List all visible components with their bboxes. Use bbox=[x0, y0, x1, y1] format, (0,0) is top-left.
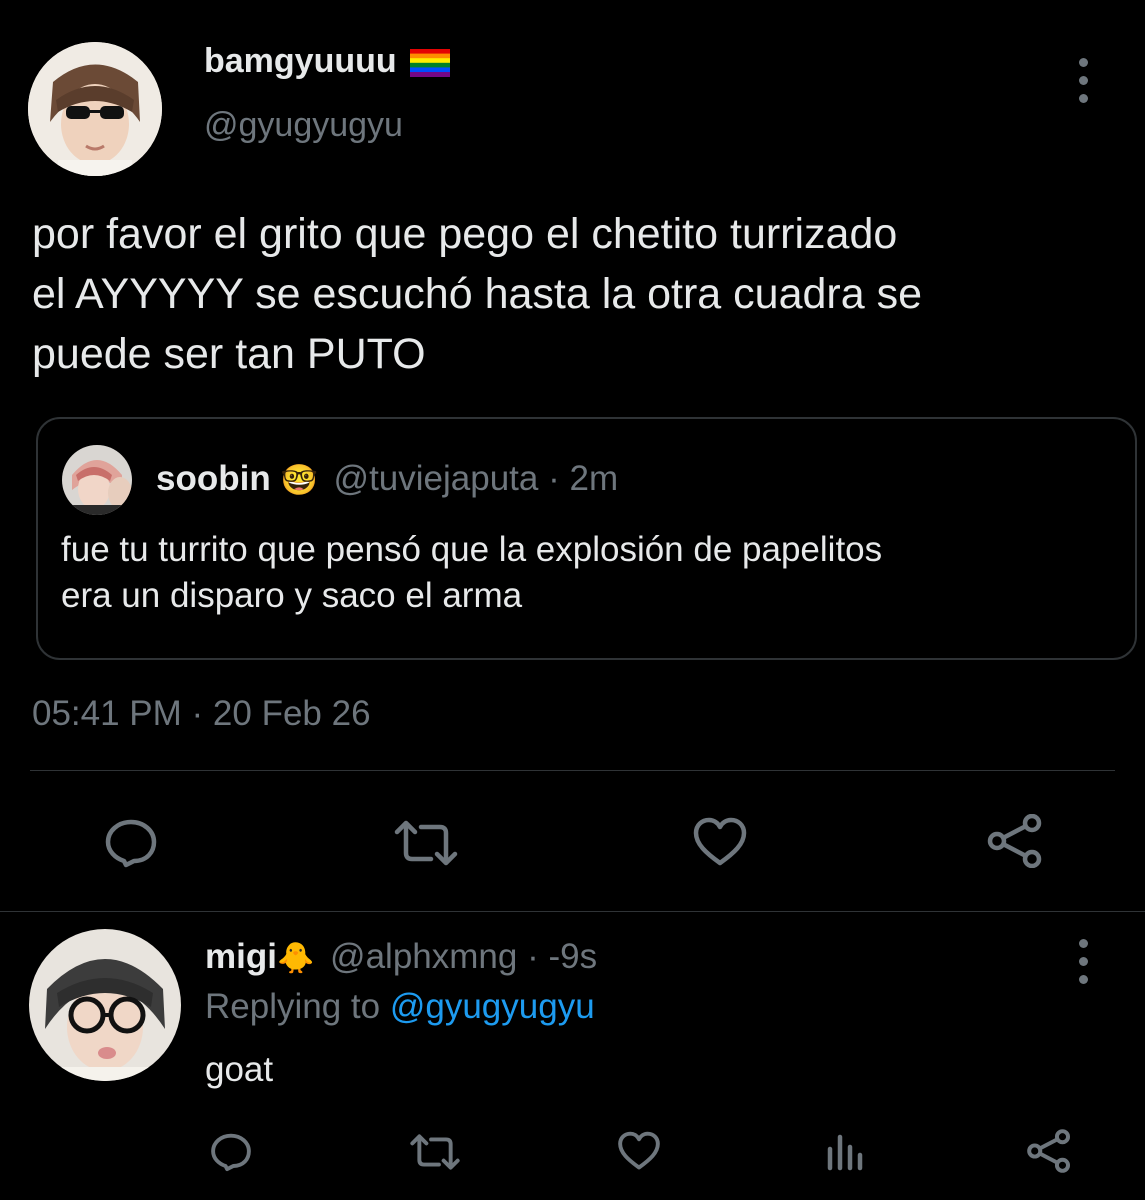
reply-icon[interactable] bbox=[104, 818, 158, 868]
retweet-icon[interactable] bbox=[393, 820, 459, 866]
reply-text: goat bbox=[205, 1050, 274, 1089]
rainbow-flag-icon bbox=[410, 49, 451, 78]
reply-author-name[interactable]: migi bbox=[205, 937, 277, 976]
quoted-text-line: fue tu turrito que pensó que la explosió… bbox=[61, 530, 883, 569]
reply-author-handle[interactable]: @alphxmng bbox=[330, 937, 517, 976]
reply-author-header: migi🐥 @alphxmng · -9s bbox=[205, 935, 597, 981]
tweet-text-line: puede ser tan PUTO bbox=[32, 330, 426, 378]
more-options-icon[interactable] bbox=[1077, 58, 1089, 103]
quoted-tweet-time: · 2m bbox=[548, 459, 619, 498]
replying-to-handle-link[interactable]: @gyugyugyu bbox=[390, 987, 595, 1026]
quoted-tweet-text: fue tu turrito que pensó que la explosió… bbox=[61, 527, 882, 619]
author-avatar[interactable] bbox=[28, 42, 162, 176]
tweet-timestamp[interactable]: 05:41 PM · 20 Feb 26 bbox=[32, 693, 371, 735]
reply-author-avatar[interactable] bbox=[29, 929, 181, 1081]
replying-to-line: Replying to @gyugyugyu bbox=[205, 985, 595, 1029]
quoted-author-avatar bbox=[62, 445, 132, 515]
tweet-text-line: por favor el grito que pego el chetito t… bbox=[32, 210, 898, 258]
retweet-icon[interactable] bbox=[409, 1134, 461, 1170]
author-handle[interactable]: @gyugyugyu bbox=[204, 105, 403, 145]
like-icon[interactable] bbox=[617, 1131, 661, 1171]
reply-more-options-icon[interactable] bbox=[1077, 939, 1089, 984]
nerd-face-emoji: 🤓 bbox=[280, 464, 318, 497]
reply-icon[interactable] bbox=[210, 1132, 252, 1172]
quoted-author-name: soobin bbox=[156, 459, 271, 498]
share-icon[interactable] bbox=[986, 814, 1044, 868]
analytics-icon[interactable] bbox=[826, 1133, 864, 1171]
reply-time: · -9s bbox=[527, 937, 598, 976]
replying-to-label: Replying to bbox=[205, 987, 381, 1026]
author-name-text: bamgyuuuu bbox=[204, 42, 397, 80]
author-display-name[interactable]: bamgyuuuu bbox=[204, 41, 451, 81]
quoted-text-line: era un disparo y saco el arma bbox=[61, 576, 523, 615]
share-icon[interactable] bbox=[1026, 1129, 1072, 1173]
baby-chick-emoji: 🐥 bbox=[276, 942, 315, 975]
tweet-text-line: el AYYYYY se escuchó hasta la otra cuadr… bbox=[32, 270, 923, 318]
quoted-author-handle: @tuviejaputa bbox=[333, 459, 539, 498]
quoted-author-header: soobin 🤓 @tuviejaputa · 2m bbox=[156, 457, 618, 503]
tweet-detail-screen: bamgyuuuu @gyugyugyu por favor el grito … bbox=[0, 0, 1145, 1200]
divider bbox=[0, 911, 1145, 912]
like-icon[interactable] bbox=[692, 817, 748, 867]
tweet-text: por favor el grito que pego el chetito t… bbox=[32, 204, 922, 384]
divider bbox=[30, 770, 1115, 771]
